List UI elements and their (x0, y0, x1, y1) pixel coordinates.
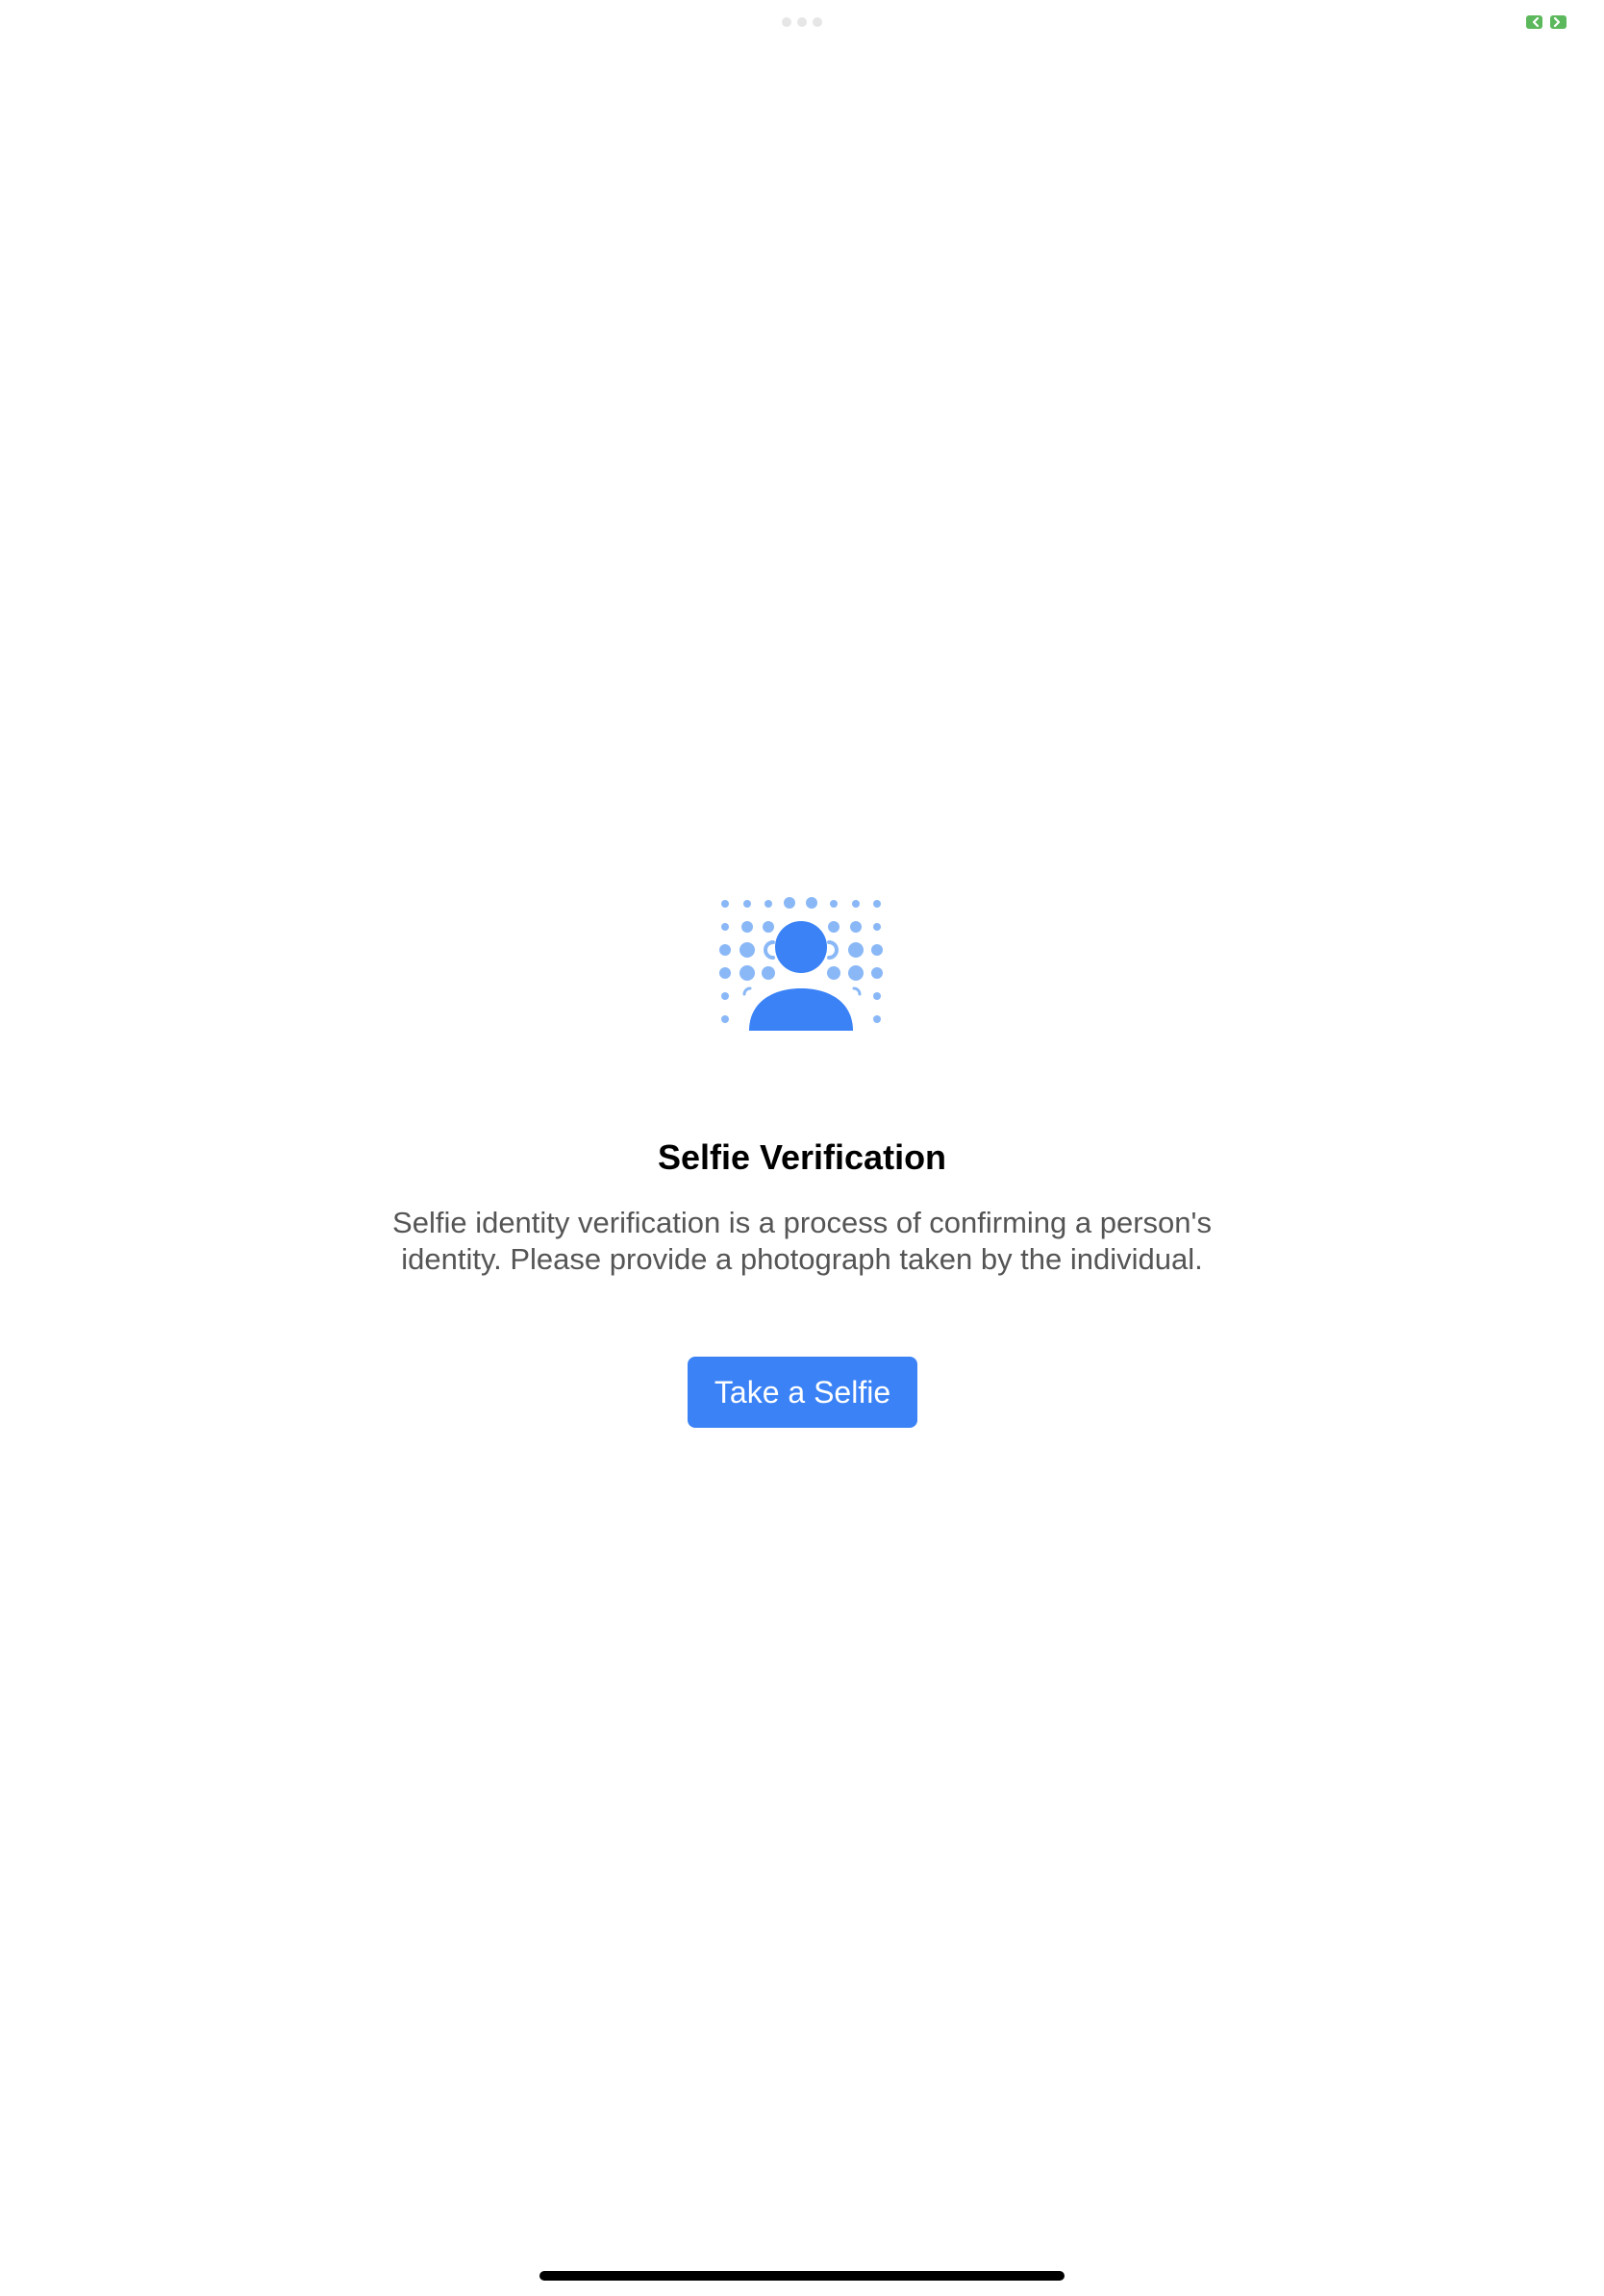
take-selfie-button[interactable]: Take a Selfie (688, 1357, 917, 1428)
description-line: Selfie identity verification is a proces… (392, 1206, 1212, 1239)
resize-arrows-icon[interactable] (1525, 12, 1567, 32)
multitasking-dots[interactable] (779, 16, 825, 28)
page-description: Selfie identity verification is a proces… (321, 1205, 1283, 1278)
dot-icon (782, 17, 791, 27)
page-title: Selfie Verification (657, 1137, 947, 1177)
home-indicator[interactable] (539, 2271, 1065, 2281)
selfie-face-scan-icon (719, 897, 883, 1031)
description-line: identity. Please provide a photograph ta… (401, 1242, 1203, 1276)
dot-icon (813, 17, 822, 27)
dot-icon (797, 17, 807, 27)
